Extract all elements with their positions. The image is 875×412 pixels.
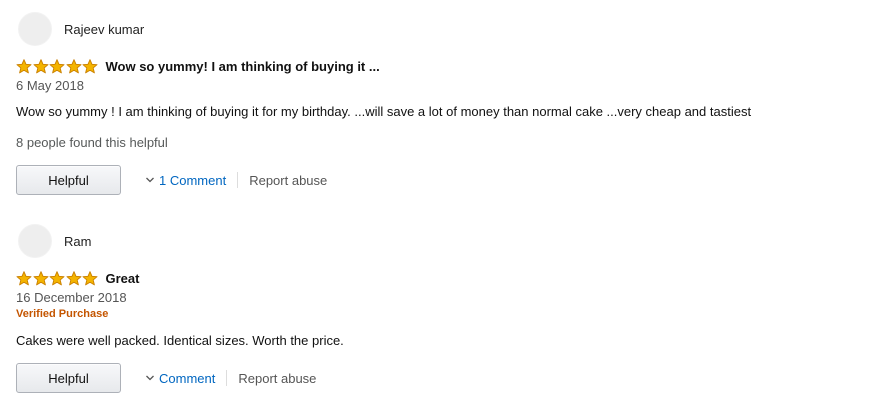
review-date: 6 May 2018 [16, 78, 84, 93]
star-icon [82, 270, 98, 286]
chevron-down-icon [145, 175, 155, 185]
helpful-button[interactable]: Helpful [16, 165, 121, 195]
review-actions: Helpful 1 Comment Report abuse [16, 164, 327, 196]
divider [226, 370, 228, 386]
star-icon [16, 270, 32, 286]
star-icon [66, 270, 82, 286]
rating-row: Wow so yummy! I am thinking of buying it… [16, 57, 380, 75]
star-rating[interactable] [16, 58, 99, 74]
verified-purchase-badge: Verified Purchase [16, 308, 109, 320]
star-icon [66, 58, 82, 74]
comment-link-label: Comment [159, 370, 216, 386]
review-title[interactable]: Wow so yummy! I am thinking of buying it… [106, 59, 380, 74]
review-date: 16 December 2018 [16, 290, 127, 305]
star-icon [32, 58, 49, 74]
helpful-count: 8 people found this helpful [16, 135, 168, 150]
review-body: Cakes were well packed. Identical sizes.… [16, 333, 344, 348]
helpful-button[interactable]: Helpful [16, 363, 121, 393]
star-icon [49, 58, 65, 74]
rating-row: Great [16, 269, 139, 287]
comment-link-label: 1 Comment [159, 172, 227, 188]
star-icon [16, 58, 32, 74]
report-abuse-link[interactable]: Report abuse [249, 173, 327, 188]
reviewer-name[interactable]: Ram [64, 234, 91, 249]
report-abuse-link[interactable]: Report abuse [238, 371, 316, 386]
star-icon [82, 58, 98, 74]
star-icon [32, 270, 49, 286]
avatar [18, 224, 52, 258]
divider [237, 172, 239, 188]
reviewer-profile[interactable]: Ram [18, 224, 91, 258]
review-body: Wow so yummy ! I am thinking of buying i… [16, 104, 752, 119]
reviewer-profile[interactable]: Rajeev kumar [18, 12, 144, 46]
avatar [18, 12, 52, 46]
review-title[interactable]: Great [106, 271, 140, 286]
comment-link[interactable]: 1 Comment [145, 173, 226, 188]
comment-link[interactable]: Comment [145, 371, 215, 386]
chevron-down-icon [145, 373, 155, 383]
reviewer-name[interactable]: Rajeev kumar [64, 22, 144, 37]
review-actions: Helpful Comment Report abuse [16, 362, 316, 394]
star-icon [49, 270, 65, 286]
star-rating[interactable] [16, 270, 99, 286]
